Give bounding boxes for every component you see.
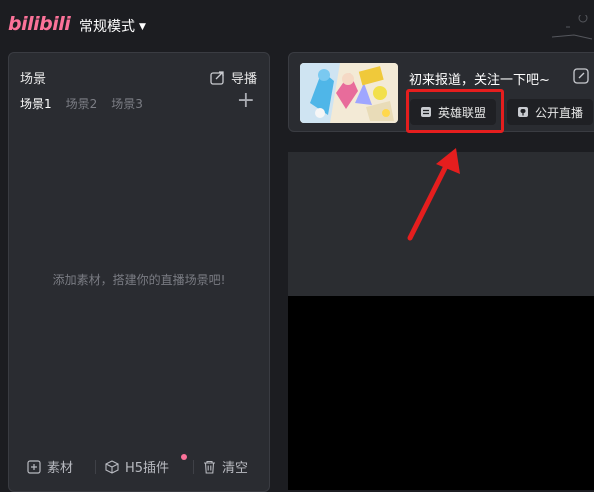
cube-icon bbox=[105, 459, 119, 474]
add-material-button[interactable]: 素材 bbox=[27, 457, 73, 476]
clear-button[interactable]: 清空 bbox=[203, 457, 248, 476]
scene-tabs: 场景1 场景2 场景3 bbox=[20, 95, 143, 112]
live-cover-image[interactable] bbox=[300, 63, 398, 123]
visibility-label: 公开直播 bbox=[535, 105, 584, 120]
trash-icon bbox=[204, 460, 215, 474]
director-button[interactable]: 导播 bbox=[210, 68, 257, 87]
bilibili-logo: bilibili bbox=[8, 13, 71, 35]
scene-panel: 场景 导播 场景1 场景2 场景3 + 添加素材，搭建你的直播场景吧! 素材 H… bbox=[8, 52, 270, 492]
live-room-title: 初来报道，关注一下吧~ bbox=[409, 73, 550, 88]
mode-label: 常规模式 bbox=[79, 19, 135, 35]
empty-scene-hint: 添加素材，搭建你的直播场景吧! bbox=[52, 273, 226, 287]
director-label: 导播 bbox=[230, 72, 257, 87]
visibility-icon bbox=[518, 107, 528, 117]
scene-panel-title: 场景 bbox=[20, 72, 47, 87]
preview-area-black bbox=[288, 296, 594, 490]
divider bbox=[193, 460, 194, 474]
visibility-button[interactable]: 公开直播 bbox=[507, 99, 594, 125]
external-window-icon bbox=[210, 70, 224, 85]
annotation-highlight-box bbox=[406, 89, 504, 133]
tab-scene-2[interactable]: 场景2 bbox=[66, 95, 98, 112]
add-scene-plus-icon[interactable]: + bbox=[237, 90, 255, 112]
top-bar: bilibili 常规模式 ▼ bbox=[0, 0, 594, 50]
h5-plugin-button[interactable]: H5插件 bbox=[105, 454, 187, 476]
mode-dropdown[interactable]: 常规模式 ▼ bbox=[79, 16, 146, 36]
edit-icon[interactable] bbox=[573, 68, 589, 84]
caret-down-icon: ▼ bbox=[139, 22, 146, 32]
plus-square-icon bbox=[27, 459, 41, 474]
clear-label: 清空 bbox=[222, 461, 249, 476]
tab-scene-3[interactable]: 场景3 bbox=[111, 95, 143, 112]
material-label: 素材 bbox=[47, 461, 74, 476]
divider bbox=[95, 460, 96, 474]
notification-dot bbox=[181, 454, 187, 460]
tab-scene-1[interactable]: 场景1 bbox=[20, 95, 52, 112]
scene-bottom-bar: 素材 H5插件 清空 bbox=[9, 454, 269, 477]
annotation-arrow-icon bbox=[407, 148, 460, 241]
h5-plugin-label: H5插件 bbox=[125, 461, 170, 476]
decoration-squiggle-icon bbox=[551, 15, 593, 40]
